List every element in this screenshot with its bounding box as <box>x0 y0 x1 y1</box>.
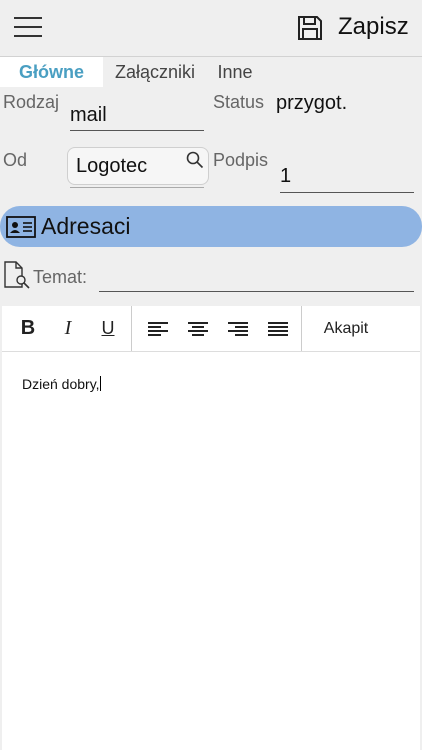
align-left-button[interactable] <box>140 306 176 351</box>
top-bar: Zapisz <box>0 0 422 57</box>
tab-attachments[interactable]: Załączniki <box>105 57 205 87</box>
floppy-disk-icon <box>298 16 322 40</box>
align-justify-button[interactable] <box>260 306 296 351</box>
align-right-button[interactable] <box>220 306 256 351</box>
toolbar-divider <box>131 306 132 351</box>
status-label: Status <box>213 92 265 112</box>
from-underline <box>70 186 204 188</box>
recipients-label: Adresaci <box>41 213 131 239</box>
italic-button[interactable]: I <box>50 306 86 351</box>
save-label: Zapisz <box>338 13 409 40</box>
contact-card-icon <box>6 216 36 238</box>
paragraph-style-select[interactable]: Akapit <box>308 306 384 351</box>
search-icon[interactable] <box>186 151 204 169</box>
editor-content: Dzień dobry, <box>22 376 101 392</box>
tab-other[interactable]: Inne <box>207 57 263 87</box>
tab-bar: Główne Załączniki Inne <box>0 57 422 87</box>
from-value: Logotec <box>76 155 148 177</box>
signature-value: 1 <box>280 165 292 187</box>
align-justify-icon <box>268 321 288 336</box>
type-field[interactable]: mail <box>70 102 204 131</box>
text-caret <box>99 376 101 391</box>
recipients-button[interactable]: Adresaci <box>0 206 422 247</box>
message-editor[interactable]: Dzień dobry, <box>2 352 420 750</box>
status-value: przygot. <box>276 92 348 114</box>
document-search-icon <box>4 261 30 289</box>
toolbar-divider <box>301 306 302 351</box>
save-button[interactable]: Zapisz <box>292 8 414 48</box>
align-right-icon <box>228 321 248 336</box>
from-field[interactable]: Logotec <box>67 147 209 185</box>
subject-input[interactable] <box>99 262 414 292</box>
type-label: Rodzaj <box>3 92 60 112</box>
align-left-icon <box>148 321 168 336</box>
bold-button[interactable]: B <box>10 306 46 351</box>
hamburger-menu-icon[interactable] <box>12 13 44 41</box>
editor-text: Dzień dobry, <box>22 376 100 392</box>
underline-button[interactable]: U <box>90 306 126 351</box>
align-center-icon <box>188 321 208 336</box>
subject-label: Temat: <box>33 267 88 287</box>
signature-field[interactable]: 1 <box>280 160 414 193</box>
from-label: Od <box>3 150 28 170</box>
tab-main[interactable]: Główne <box>0 57 103 87</box>
signature-label: Podpis <box>213 150 269 170</box>
align-center-button[interactable] <box>180 306 216 351</box>
type-value: mail <box>70 104 107 126</box>
editor-toolbar: B I U Akapit <box>2 306 420 352</box>
